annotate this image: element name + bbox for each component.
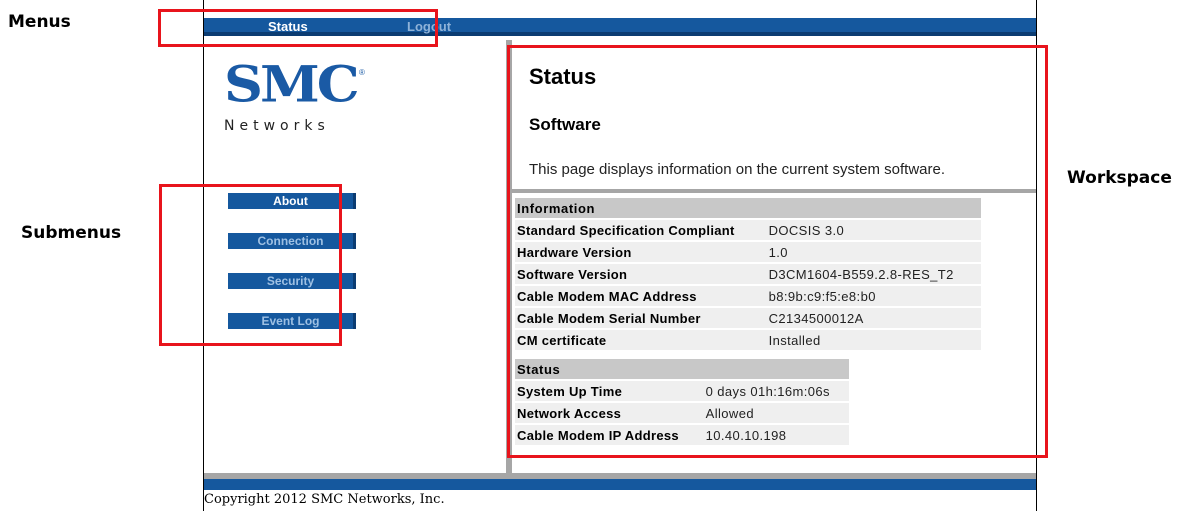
highlight-menus xyxy=(158,9,438,47)
highlight-workspace xyxy=(507,45,1048,458)
callout-submenus: Submenus xyxy=(21,223,122,243)
logo-subtitle: Networks xyxy=(224,118,330,134)
logo-brand: SMC xyxy=(224,54,360,114)
footer-bar xyxy=(204,479,1036,490)
registered-mark: ® xyxy=(359,68,365,77)
copyright-text: Copyright 2012 SMC Networks, Inc. xyxy=(204,492,445,507)
highlight-submenus xyxy=(159,184,342,346)
smc-networks-logo: SMC ® Networks xyxy=(224,54,365,134)
callout-workspace: Workspace xyxy=(1067,168,1172,188)
callout-menus: Menus xyxy=(8,12,71,32)
